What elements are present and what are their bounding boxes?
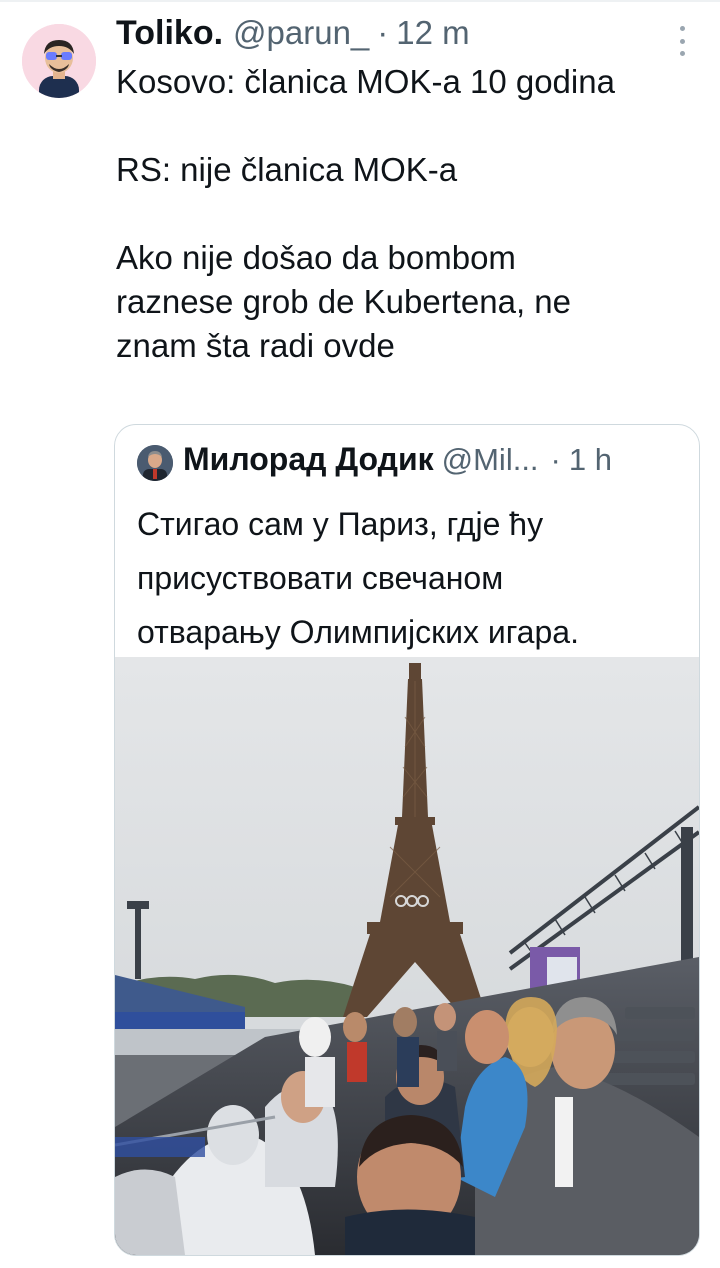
divider [0,0,720,2]
quoted-text: Стигао сам у Париз, гдје ћу присуствоват… [137,497,687,659]
tweet-text-line: Ako nije došao da bombom [116,239,516,276]
quoted-display-name[interactable]: Милорад Додик [183,441,434,478]
tweet-text-line: znam šta radi ovde [116,327,395,364]
quoted-avatar[interactable] [137,445,173,481]
tweet-header: Toliko. @parun_ · 12 m [116,14,470,58]
tweet-text: Kosovo: članica MOK-a 10 godina RS: nije… [116,60,706,368]
avatar[interactable] [22,24,96,98]
separator-dot: · [550,442,561,477]
quoted-timestamp[interactable]: 1 h [569,442,612,478]
photo-eiffel-tower-stadium [115,657,699,1255]
separator-dot: · [377,14,389,51]
more-options-icon[interactable] [670,26,694,56]
quoted-photo[interactable] [115,657,699,1255]
quoted-tweet[interactable]: Милорад Додик @Mil... · 1 h Стигао сам у… [114,424,700,1256]
quoted-text-line: Стигао сам у Париз, гдје ћу [137,506,544,542]
tweet[interactable]: Toliko. @parun_ · 12 m Kosovo: članica M… [0,0,720,1268]
user-handle[interactable]: @parun_ [233,14,369,52]
quoted-handle[interactable]: @Mil... [442,442,539,478]
tweet-text-line: Kosovo: članica MOK-a 10 godina [116,63,615,100]
tweet-text-line: RS: nije članica MOK-a [116,151,458,188]
timestamp[interactable]: 12 m [396,14,469,52]
avatar-illustration [22,24,96,98]
display-name[interactable]: Toliko. [116,14,223,53]
quoted-text-line: отварању Олимпијских игара. [137,614,579,650]
quoted-header: Милорад Додик @Mil... · 1 h [183,441,612,478]
quoted-avatar-illustration [137,445,173,481]
quoted-text-line: присуствовати свечаном [137,560,504,596]
tweet-text-line: raznese grob de Kubertena, ne [116,283,571,320]
